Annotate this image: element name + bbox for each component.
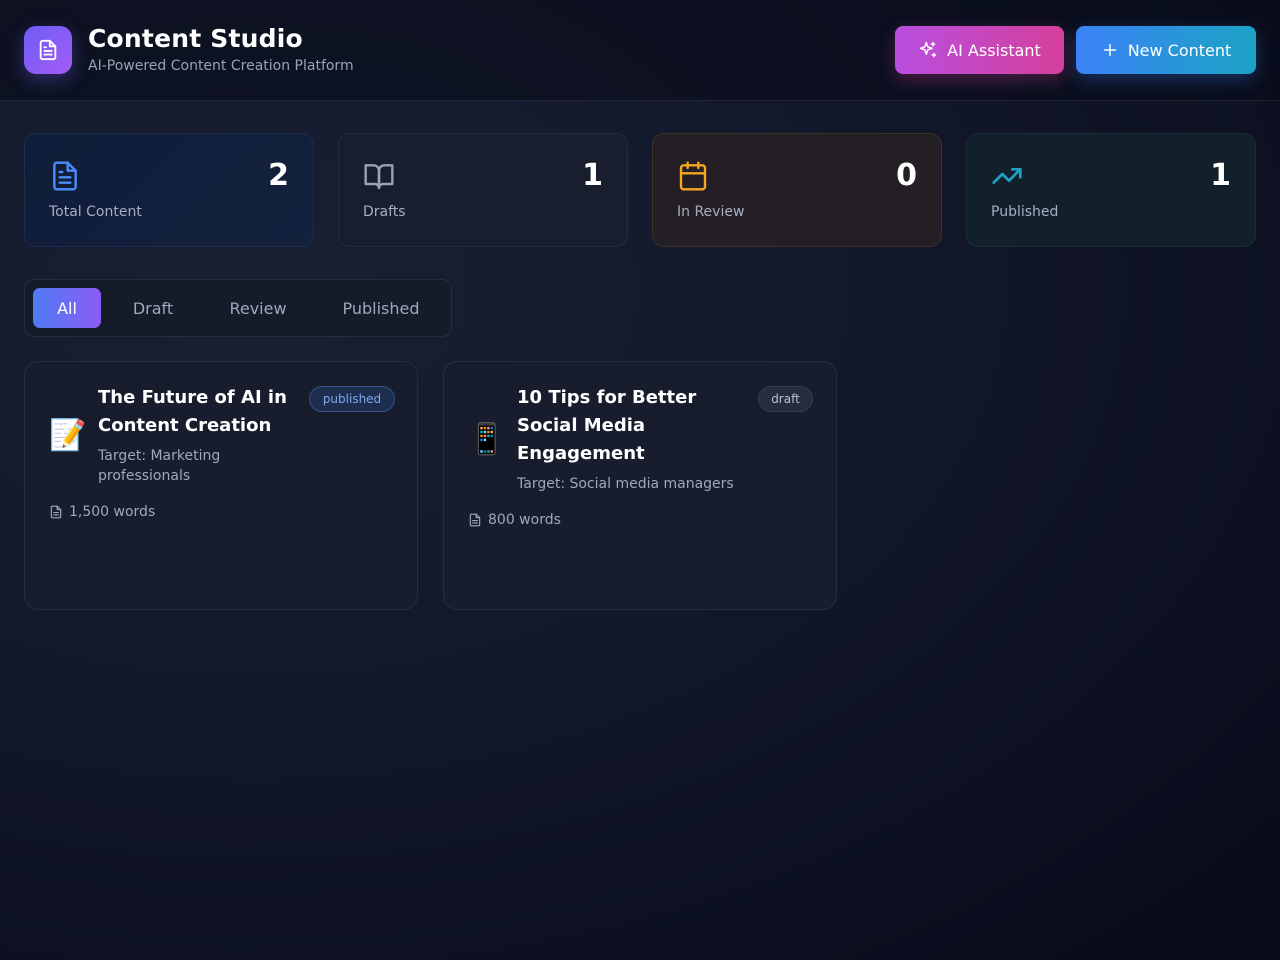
document-icon (469, 513, 481, 527)
sparkles-icon (919, 41, 937, 58)
status-badge: published (309, 386, 395, 412)
word-count: 1,500 words (49, 504, 155, 520)
stat-value: 2 (268, 158, 289, 193)
word-count: 800 words (468, 512, 561, 528)
card-title: The Future of AI in Content Creation (98, 387, 287, 436)
card-title: 10 Tips for Better Social Media Engageme… (517, 387, 697, 464)
stat-card-published: 1 Published (966, 133, 1256, 247)
app-logo (24, 26, 72, 74)
ai-assistant-button[interactable]: AI Assistant (895, 26, 1064, 74)
stat-label: Drafts (363, 204, 406, 220)
stat-value: 0 (896, 158, 917, 193)
status-badge: draft (758, 386, 813, 412)
stat-label: In Review (677, 204, 745, 220)
new-content-button[interactable]: New Content (1076, 26, 1256, 74)
stat-value: 1 (1210, 158, 1231, 193)
book-open-icon (364, 164, 394, 190)
ai-assistant-label: AI Assistant (947, 40, 1041, 60)
stat-card-review: 0 In Review (652, 133, 942, 247)
tab-all[interactable]: All (33, 288, 101, 328)
stat-card-drafts: 1 Drafts (338, 133, 628, 247)
document-icon (39, 39, 57, 61)
stat-value: 1 (582, 158, 603, 193)
stat-card-total: 2 Total Content (24, 133, 314, 247)
stat-label: Published (991, 204, 1059, 220)
filter-tabs: All Draft Review Published (24, 279, 452, 337)
tab-published[interactable]: Published (327, 288, 435, 328)
new-content-label: New Content (1127, 40, 1232, 60)
trending-up-icon (992, 168, 1022, 184)
content-card[interactable]: 📝 The Future of AI in Content Creation T… (24, 361, 418, 610)
tab-draft[interactable]: Draft (117, 288, 189, 328)
stat-label: Total Content (49, 204, 142, 220)
card-target: Target: Marketing professionals (98, 448, 221, 484)
card-target: Target: Social media managers (517, 476, 734, 492)
document-icon (53, 161, 77, 191)
memo-icon: 📝 (49, 418, 87, 453)
mobile-phone-icon: 📱 (468, 422, 506, 457)
content-card[interactable]: 📱 10 Tips for Better Social Media Engage… (443, 361, 837, 610)
word-count-label: 1,500 words (69, 504, 156, 520)
app-subtitle: AI-Powered Content Creation Platform (88, 58, 354, 74)
word-count-label: 800 words (488, 512, 561, 528)
calendar-icon (679, 161, 707, 191)
tab-review[interactable]: Review (213, 288, 303, 328)
app-title: Content Studio (88, 24, 303, 53)
plus-icon (1103, 44, 1116, 56)
document-icon (50, 505, 62, 519)
app-header: Content Studio AI-Powered Content Creati… (0, 0, 1280, 101)
